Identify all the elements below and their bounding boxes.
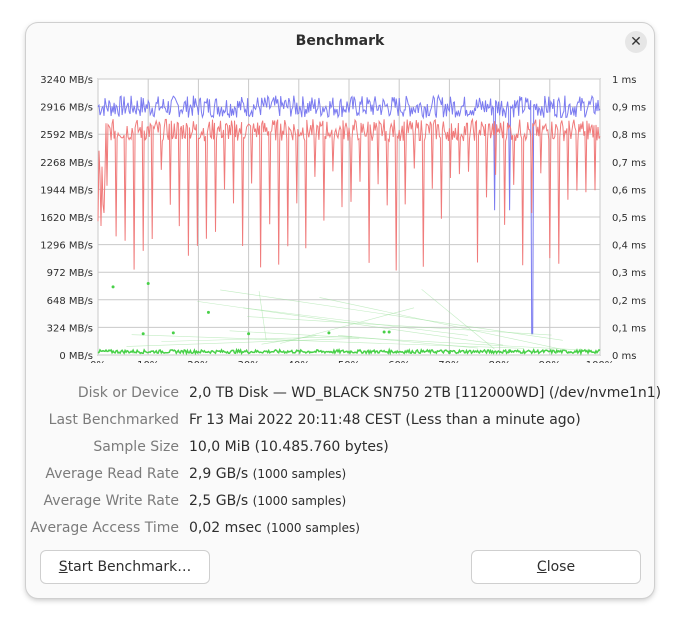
access-time-value: 0,02 msec (1000 samples) — [189, 520, 360, 536]
left-axis-tick-label: 648 MB/s — [47, 296, 93, 307]
x-axis-tick-label: 50% — [338, 360, 360, 363]
left-axis-tick-label: 1944 MB/s — [40, 185, 93, 196]
last-benchmarked-row: Last Benchmarked Fr 13 Mai 2022 20:11:48… — [26, 412, 654, 432]
read-rate-samples: (1000 samples) — [252, 467, 347, 481]
last-benchmarked-label: Last Benchmarked — [48, 412, 179, 428]
access-time-point — [508, 349, 512, 353]
access-time-point — [111, 285, 115, 289]
dialog-title: Benchmark — [295, 33, 385, 49]
sample-size-label: Sample Size — [93, 439, 179, 455]
device-row: Disk or Device 2,0 TB Disk — WD_BLACK SN… — [26, 385, 661, 405]
start-benchmark-button[interactable]: Start Benchmark… — [40, 550, 210, 584]
close-button[interactable]: Close — [471, 550, 641, 584]
right-axis-tick-label: 1 ms — [612, 75, 637, 86]
right-axis-tick-label: 0,3 ms — [612, 268, 646, 279]
x-axis-tick-label: 70% — [438, 360, 460, 363]
x-axis-tick-label: 30% — [237, 360, 259, 363]
device-value: 2,0 TB Disk — WD_BLACK SN750 2TB [112000… — [189, 385, 662, 401]
access-time-point — [171, 331, 175, 335]
title-bar: Benchmark ✕ — [26, 23, 654, 61]
x-axis-tick-label: 10% — [137, 360, 159, 363]
access-time-samples: (1000 samples) — [266, 521, 360, 535]
benchmark-chart: 3240 MB/s 1 ms 2916 MB/s 0,9 ms 2592 MB/s 0,8… — [40, 75, 646, 363]
read-rate-label: Average Read Rate — [45, 466, 179, 482]
left-axis-tick-label: 1620 MB/s — [40, 213, 93, 224]
access-time-point — [247, 332, 251, 336]
left-axis-tick-label: 324 MB/s — [47, 323, 93, 334]
right-axis-tick-label: 0 ms — [612, 351, 637, 362]
right-axis-tick-label: 0,8 ms — [612, 130, 646, 141]
x-axis-tick-label: 80% — [488, 360, 510, 363]
read-rate-row: Average Read Rate 2,9 GB/s (1000 samples… — [26, 466, 654, 486]
right-axis-tick-label: 0,1 ms — [612, 323, 646, 334]
right-axis-tick-label: 0,9 ms — [612, 103, 646, 114]
write-rate-samples: (1000 samples) — [252, 494, 347, 508]
access-time-point — [146, 281, 150, 285]
access-time-point — [141, 332, 145, 336]
access-time-point — [387, 330, 391, 334]
left-axis-tick-label: 1296 MB/s — [40, 241, 93, 252]
left-axis-tick-label: 0 MB/s — [59, 351, 93, 362]
device-label: Disk or Device — [77, 385, 179, 401]
right-axis-tick-label: 0,4 ms — [612, 241, 646, 252]
close-icon[interactable]: ✕ — [625, 31, 647, 53]
access-time-point — [206, 310, 210, 314]
access-time-point — [327, 331, 331, 335]
left-axis-tick-label: 2916 MB/s — [40, 103, 93, 114]
write-rate-value: 2,5 GB/s (1000 samples) — [189, 493, 346, 509]
access-time-point — [447, 350, 451, 354]
write-rate-label: Average Write Rate — [43, 493, 179, 509]
x-axis-tick-label: 60% — [388, 360, 410, 363]
close-mnemonic: C — [536, 559, 547, 575]
start-benchmark-label: tart Benchmark… — [67, 559, 192, 575]
left-axis-tick-label: 972 MB/s — [47, 268, 93, 279]
right-axis-tick-label: 0,7 ms — [612, 158, 646, 169]
read-rate-value: 2,9 GB/s (1000 samples) — [189, 466, 346, 482]
sample-size-value: 10,0 MiB (10.485.760 bytes) — [189, 439, 389, 455]
x-axis-tick-label: 0% — [90, 360, 106, 363]
left-axis-tick-label: 2268 MB/s — [40, 158, 93, 169]
right-axis-tick-label: 0,2 ms — [612, 296, 646, 307]
access-time-label: Average Access Time — [30, 520, 179, 536]
read-rate-number: 2,9 GB/s — [189, 466, 249, 482]
x-axis-tick-label: 40% — [288, 360, 310, 363]
start-benchmark-mnemonic: S — [58, 559, 68, 575]
right-axis-tick-label: 0,6 ms — [612, 185, 646, 196]
x-axis-tick-label: 20% — [187, 360, 209, 363]
write-rate-row: Average Write Rate 2,5 GB/s (1000 sample… — [26, 493, 654, 513]
x-axis-tick-label: 100% — [586, 360, 615, 363]
left-axis-tick-label: 3240 MB/s — [40, 75, 93, 86]
write-rate-number: 2,5 GB/s — [189, 493, 249, 509]
last-benchmarked-value: Fr 13 Mai 2022 20:11:48 CEST (Less than … — [189, 412, 581, 428]
left-axis-tick-label: 2592 MB/s — [40, 130, 93, 141]
access-time-point — [382, 330, 386, 334]
access-time-number: 0,02 msec — [189, 520, 262, 536]
close-label: lose — [546, 559, 576, 575]
access-time-row: Average Access Time 0,02 msec (1000 samp… — [26, 520, 654, 540]
sample-size-row: Sample Size 10,0 MiB (10.485.760 bytes) — [26, 439, 654, 459]
right-axis-tick-label: 0,5 ms — [612, 213, 646, 224]
x-axis-tick-label: 90% — [539, 360, 561, 363]
